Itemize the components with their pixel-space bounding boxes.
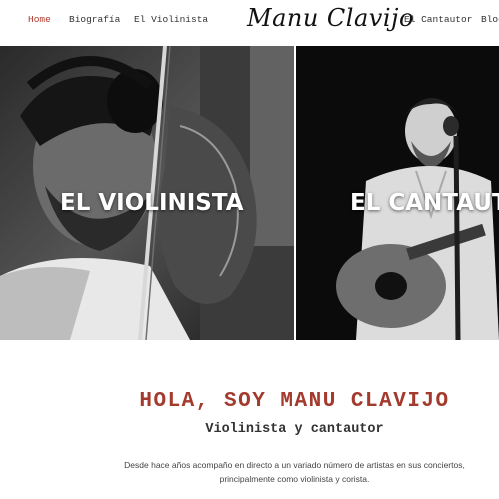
intro-text-line-2: principalmente como violinista y corista… xyxy=(219,474,370,484)
intro-text-line-1: Desde hace años acompaño en directo a un… xyxy=(124,460,465,470)
cantautor-panel[interactable]: EL CANTAUTOR xyxy=(296,46,499,340)
intro-subtitle: Violinista y cantautor xyxy=(205,422,384,437)
nav-el-cantautor[interactable]: El Cantautor xyxy=(404,14,472,25)
cantautor-label[interactable]: EL CANTAUTOR xyxy=(350,190,499,216)
violinista-label[interactable]: EL VIOLINISTA xyxy=(60,190,244,216)
hero-section: EL VIOLINISTA EL CANTAUTOR xyxy=(0,46,499,340)
violinista-panel[interactable]: EL VIOLINISTA xyxy=(0,46,294,340)
intro-title: HOLA, SOY MANU CLAVIJO xyxy=(139,390,450,413)
site-logo[interactable]: Manu Clavijo xyxy=(247,4,414,32)
intro-text: Desde hace años acompaño en directo a un… xyxy=(0,458,499,486)
nav-home[interactable]: Home xyxy=(28,14,51,25)
site-header: Home Biografía El Violinista Manu Clavij… xyxy=(0,0,499,46)
nav-biografia[interactable]: Biografía xyxy=(69,14,120,25)
nav-el-violinista[interactable]: El Violinista xyxy=(134,14,208,25)
nav-blog[interactable]: Blog xyxy=(481,14,499,25)
